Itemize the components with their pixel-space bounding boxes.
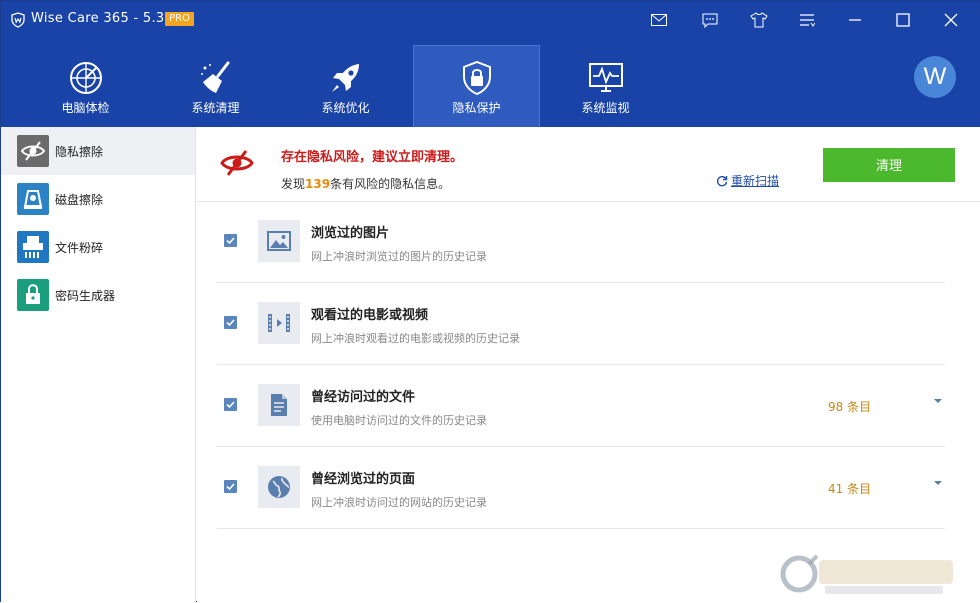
clean-button[interactable]: 清理 bbox=[823, 148, 955, 182]
item-checkbox[interactable] bbox=[224, 480, 237, 493]
nav-label: 系统优化 bbox=[321, 101, 370, 115]
eye-slash-alert-icon bbox=[220, 150, 254, 176]
nav-item-monitor[interactable]: 系统监视 bbox=[543, 46, 668, 127]
sidebar-item-label: 密码生成器 bbox=[55, 289, 116, 303]
video-icon bbox=[258, 302, 300, 344]
pro-badge: PRO bbox=[165, 12, 194, 26]
rescan-label: 重新扫描 bbox=[731, 174, 780, 188]
radar-icon bbox=[70, 62, 102, 94]
item-title: 观看过的电影或视频 bbox=[311, 308, 429, 323]
risk-count: 139 bbox=[305, 177, 331, 191]
nav-label: 隐私保护 bbox=[452, 101, 501, 115]
item-title: 曾经浏览过的页面 bbox=[311, 472, 416, 487]
item-description: 使用电脑时访问过的文件的历史记录 bbox=[311, 414, 487, 427]
nav-item-system-clean[interactable]: 系统清理 bbox=[153, 46, 278, 127]
password-lock-icon bbox=[17, 279, 49, 311]
item-title: 曾经访问过的文件 bbox=[311, 390, 416, 405]
app-window: Wise Care 365 - 5.3.5 PRO 电脑体检 系统清理 系统优化… bbox=[0, 0, 980, 603]
sidebar-item-label: 文件粉碎 bbox=[55, 241, 104, 255]
mail-icon[interactable] bbox=[648, 9, 670, 31]
item-count: 98 条目 bbox=[828, 400, 872, 414]
shirt-icon[interactable] bbox=[748, 9, 770, 31]
nav-item-pc-checkup[interactable]: 电脑体检 bbox=[23, 46, 148, 127]
item-description: 网上冲浪时访问过的网站的历史记录 bbox=[311, 496, 487, 509]
nav-label: 系统监视 bbox=[581, 101, 630, 115]
item-description: 网上冲浪时浏览过的图片的历史记录 bbox=[311, 250, 487, 263]
globe-icon bbox=[258, 466, 300, 508]
privacy-item-row: 曾经浏览过的页面 网上冲浪时访问过的网站的历史记录 41 条目 bbox=[217, 448, 945, 529]
lock-shield-icon bbox=[463, 60, 491, 96]
item-count: 41 条目 bbox=[828, 482, 872, 496]
item-checkbox[interactable] bbox=[224, 398, 237, 411]
refresh-icon bbox=[716, 175, 728, 186]
privacy-item-row: 观看过的电影或视频 网上冲浪时观看过的电影或视频的历史记录 bbox=[217, 284, 945, 365]
item-description: 网上冲浪时观看过的电影或视频的历史记录 bbox=[311, 332, 520, 345]
rocket-icon bbox=[332, 64, 359, 92]
sidebar-item-password-gen[interactable]: 密码生成器 bbox=[1, 271, 195, 319]
message-icon[interactable] bbox=[699, 9, 721, 31]
user-avatar[interactable]: W bbox=[914, 56, 956, 98]
app-logo-icon bbox=[11, 12, 25, 28]
eye-slash-icon bbox=[17, 135, 49, 167]
chevron-down-icon[interactable] bbox=[933, 478, 943, 488]
disk-icon bbox=[17, 183, 49, 215]
nav-item-system-optimize[interactable]: 系统优化 bbox=[283, 46, 408, 127]
risk-title: 存在隐私风险，建议立即清理。 bbox=[281, 150, 464, 165]
monitor-icon bbox=[589, 63, 623, 92]
privacy-item-row: 浏览过的图片 网上冲浪时浏览过的图片的历史记录 bbox=[217, 202, 945, 283]
sidebar: 隐私擦除 磁盘擦除 文件粉碎 密码生成器 bbox=[1, 127, 196, 603]
risk-sub-suffix: 条有风险的隐私信息。 bbox=[330, 177, 451, 191]
sidebar-item-file-shred[interactable]: 文件粉碎 bbox=[1, 223, 195, 271]
minimize-icon[interactable] bbox=[844, 9, 866, 31]
sidebar-item-disk-erase[interactable]: 磁盘擦除 bbox=[1, 175, 195, 223]
item-title: 浏览过的图片 bbox=[311, 226, 390, 241]
item-checkbox[interactable] bbox=[224, 234, 237, 247]
nav-item-privacy[interactable]: 隐私保护 bbox=[413, 45, 540, 128]
header: Wise Care 365 - 5.3.5 PRO 电脑体检 系统清理 系统优化… bbox=[1, 1, 980, 128]
nav-label: 系统清理 bbox=[191, 101, 240, 115]
risk-summary: 存在隐私风险，建议立即清理。 发现139条有风险的隐私信息。 重新扫描 清理 bbox=[197, 127, 980, 202]
main-panel: 存在隐私风险，建议立即清理。 发现139条有风险的隐私信息。 重新扫描 清理 浏… bbox=[197, 127, 980, 603]
sidebar-item-label: 隐私擦除 bbox=[55, 145, 104, 159]
privacy-item-row: 曾经访问过的文件 使用电脑时访问过的文件的历史记录 98 条目 bbox=[217, 366, 945, 447]
shredder-icon bbox=[17, 231, 49, 263]
main-nav: 电脑体检 系统清理 系统优化 隐私保护 系统监视 W bbox=[1, 45, 980, 128]
nav-label: 电脑体检 bbox=[61, 101, 110, 115]
menu-icon[interactable] bbox=[796, 9, 818, 31]
item-checkbox[interactable] bbox=[224, 316, 237, 329]
chevron-down-icon[interactable] bbox=[933, 396, 943, 406]
rescan-link[interactable]: 重新扫描 bbox=[716, 172, 779, 189]
title-bar: Wise Care 365 - 5.3.5 PRO bbox=[1, 1, 980, 39]
sidebar-item-privacy-erase[interactable]: 隐私擦除 bbox=[1, 127, 195, 175]
maximize-icon[interactable] bbox=[892, 9, 914, 31]
watermark-logo bbox=[780, 554, 953, 594]
sidebar-item-label: 磁盘擦除 bbox=[55, 193, 104, 207]
image-icon bbox=[258, 220, 300, 262]
app-title: Wise Care 365 - 5.3.5 bbox=[31, 11, 178, 26]
document-icon bbox=[258, 384, 300, 426]
close-icon[interactable] bbox=[940, 9, 962, 31]
risk-sub-prefix: 发现 bbox=[281, 177, 306, 191]
broom-icon bbox=[201, 61, 230, 93]
risk-subtitle: 发现139条有风险的隐私信息。 bbox=[281, 175, 450, 192]
